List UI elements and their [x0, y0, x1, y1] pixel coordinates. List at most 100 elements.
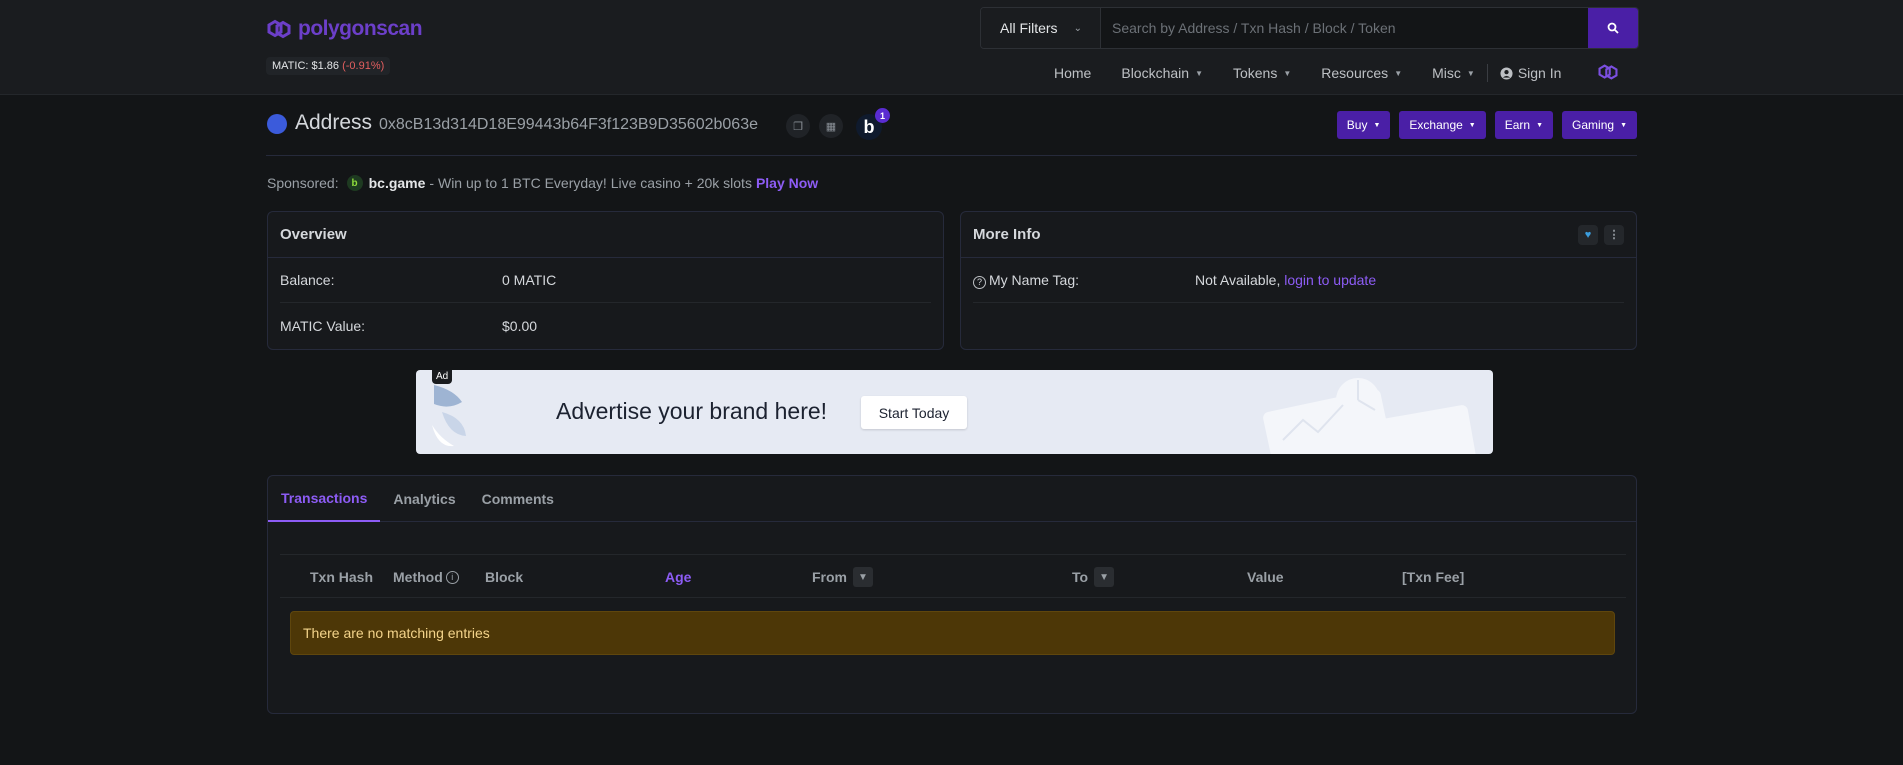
name-tag-label-wrap: ? My Name Tag:	[973, 272, 1195, 289]
exchange-label: Exchange	[1409, 118, 1463, 132]
col-to-label: To	[1072, 569, 1089, 585]
tab-comments[interactable]: Comments	[469, 476, 567, 522]
chevron-down-icon: ▼	[1468, 121, 1476, 129]
matic-price: MATIC: $1.86 (-0.91%)	[266, 57, 391, 75]
transactions-card: Transactions Analytics Comments Txn Hash…	[267, 475, 1637, 714]
play-now-link[interactable]: Play Now	[756, 175, 818, 191]
balance-label: Balance:	[280, 272, 335, 288]
empty-table-message: There are no matching entries	[290, 611, 1615, 655]
matic-value-row: MATIC Value: $0.00	[280, 303, 931, 348]
page-title: Address	[295, 111, 373, 134]
qr-code-button[interactable]: ▦	[819, 114, 843, 138]
sign-in-label: Sign In	[1517, 65, 1562, 81]
nav-tokens[interactable]: Tokens ▼	[1233, 65, 1291, 81]
filter-icon[interactable]: ▼	[1094, 567, 1115, 587]
address-hash: 0x8cB13d314D18E99443b64F3f123B9D35602b06…	[379, 116, 758, 133]
start-today-button[interactable]: Start Today	[861, 396, 967, 429]
top-bar: polygonscan MATIC: $1.86 (-0.91%) All Fi…	[0, 0, 1903, 95]
col-txn-fee[interactable]: [Txn Fee]	[1402, 555, 1464, 599]
sponsored-label: Sponsored:	[267, 175, 339, 191]
nav-divider	[1486, 64, 1488, 82]
nav-resources[interactable]: Resources ▼	[1321, 65, 1402, 81]
address-header: Address 0x8cB13d314D18E99443b64F3f123B9D…	[266, 108, 1637, 156]
empty-info-row	[973, 303, 1624, 348]
sign-in-link[interactable]: Sign In	[1500, 65, 1562, 81]
filter-select[interactable]: All Filters ⌄	[981, 8, 1101, 48]
main-nav: Home Blockchain ▼ Tokens ▼ Resources ▼ Misc…	[1054, 62, 1619, 84]
ad-decoration-icon	[1263, 378, 1477, 454]
col-txn-hash: Txn Hash	[310, 569, 374, 585]
user-circle-icon	[1500, 66, 1513, 80]
col-method-label: Method	[393, 569, 443, 585]
badge-count: 1	[875, 108, 890, 123]
tab-bar: Transactions Analytics Comments	[268, 476, 1636, 522]
nav-misc-label: Misc	[1432, 65, 1461, 81]
chevron-down-icon: ▼	[1195, 68, 1203, 78]
heart-icon[interactable]: ♥	[1578, 224, 1598, 245]
nav-resources-label: Resources	[1321, 65, 1389, 81]
balance-row: Balance: 0 MATIC	[280, 258, 931, 303]
nav-misc[interactable]: Misc ▼	[1432, 65, 1475, 81]
overview-header: Overview	[268, 212, 943, 258]
nav-blockchain-label: Blockchain	[1121, 65, 1190, 81]
sponsor-brand[interactable]: bc.game	[369, 175, 426, 191]
gaming-label: Gaming	[1572, 118, 1615, 132]
buy-button[interactable]: Buy ▼	[1336, 111, 1391, 139]
col-from: From ▼	[812, 555, 873, 599]
buy-label: Buy	[1346, 118, 1368, 132]
balance-value: 0 MATIC	[502, 272, 557, 288]
nav-blockchain[interactable]: Blockchain ▼	[1121, 65, 1203, 81]
col-to: To ▼	[1072, 555, 1115, 599]
col-value: Value	[1247, 569, 1284, 585]
sponsored-banner: Sponsored: b bc.game - Win up to 1 BTC E…	[267, 175, 818, 191]
matic-value-value: $0.00	[502, 317, 538, 334]
polygon-logo-icon	[1598, 63, 1618, 80]
earn-button[interactable]: Earn ▼	[1494, 111, 1554, 139]
more-info-header: More Info ♥ ⋮	[961, 212, 1636, 258]
more-info-card: More Info ♥ ⋮ ? My Name Tag: Not Availabl…	[960, 211, 1637, 350]
chevron-down-icon: ▼	[1466, 68, 1475, 78]
filter-label: All Filters	[1000, 20, 1058, 36]
ad-banner[interactable]: Ad Advertise your brand here! Start Toda…	[416, 370, 1493, 454]
question-circle-icon: ?	[973, 275, 986, 289]
price-label: MATIC: $1.86	[272, 60, 340, 72]
network-logo-button[interactable]	[1597, 61, 1619, 86]
sponsor-text: - Win up to 1 BTC Everyday! Live casino …	[429, 175, 752, 191]
action-buttons: Buy ▼ Exchange ▼ Earn ▼ Gaming ▼	[1336, 111, 1637, 139]
name-tag-value: Not Available,	[1195, 272, 1281, 288]
matic-value-label: MATIC Value:	[280, 317, 366, 334]
search-bar: All Filters ⌄	[980, 7, 1639, 49]
col-age[interactable]: Age	[665, 555, 691, 599]
ad-headline: Advertise your brand here!	[556, 398, 828, 424]
info-circle-icon[interactable]: i	[445, 570, 459, 584]
badge-letter: b	[863, 116, 875, 137]
name-tag-row: ? My Name Tag: Not Available, login to up…	[973, 258, 1624, 303]
search-input[interactable]	[1101, 8, 1588, 48]
copy-icon: ❐	[793, 120, 803, 133]
col-block: Block	[485, 569, 524, 585]
gaming-button[interactable]: Gaming ▼	[1562, 111, 1637, 139]
bcgame-badge[interactable]: b 1	[856, 108, 890, 140]
more-info-title: More Info	[973, 226, 1041, 243]
ad-tag: Ad	[432, 370, 453, 384]
nav-home[interactable]: Home	[1054, 65, 1091, 81]
login-to-update-link[interactable]: login to update	[1284, 272, 1376, 288]
tab-transactions[interactable]: Transactions	[268, 476, 381, 522]
copy-button[interactable]: ❐	[786, 114, 810, 138]
address-avatar	[267, 114, 287, 134]
more-options-icon[interactable]: ⋮	[1604, 224, 1624, 245]
more-info-tools: ♥ ⋮	[1578, 224, 1624, 245]
leaf-icon	[432, 385, 466, 447]
nav-tokens-label: Tokens	[1232, 65, 1278, 81]
name-tag-label: My Name Tag:	[989, 271, 1079, 288]
search-button[interactable]	[1588, 8, 1638, 48]
logo-wordmark: polygonscan	[298, 17, 423, 40]
exchange-button[interactable]: Exchange ▼	[1399, 111, 1486, 139]
chevron-down-icon: ⌄	[1073, 22, 1082, 34]
nav-home-label: Home	[1054, 65, 1092, 81]
filter-icon[interactable]: ▼	[853, 567, 873, 587]
tab-analytics[interactable]: Analytics	[380, 476, 468, 522]
site-logo[interactable]: polygonscan	[266, 16, 423, 42]
search-icon	[1607, 22, 1619, 34]
col-from-label: From	[812, 569, 847, 585]
